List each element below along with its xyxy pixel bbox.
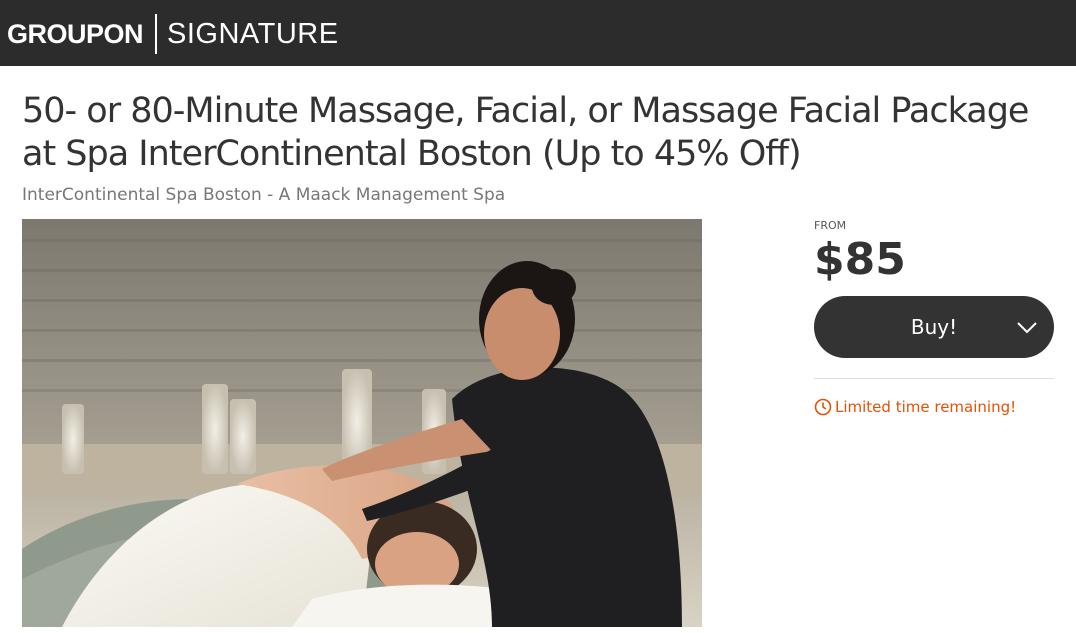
logo-product: SIGNATURE [167, 17, 339, 50]
top-header-bar: GROUPON SIGNATURE [0, 0, 1076, 66]
chevron-down-icon[interactable] [1016, 316, 1038, 343]
section-divider [814, 378, 1054, 379]
urgency-text: Limited time remaining! [835, 398, 1017, 416]
deal-title: 50- or 80-Minute Massage, Facial, or Mas… [22, 91, 1029, 174]
merchant-name[interactable]: InterContinental Spa Boston - A Maack Ma… [22, 185, 505, 205]
price-from-label: FROM [814, 219, 847, 232]
logo-brand: GROUPON [7, 18, 144, 49]
buy-button[interactable]: Buy! [814, 296, 1054, 358]
clock-icon [814, 398, 832, 416]
deal-hero-image[interactable] [22, 219, 702, 627]
logo-divider [155, 14, 158, 54]
buy-button-label: Buy! [910, 315, 958, 339]
deal-price: $85 [814, 234, 906, 285]
groupon-signature-logo[interactable]: GROUPON SIGNATURE [7, 14, 339, 54]
spa-massage-photo [22, 219, 702, 627]
urgency-notice: Limited time remaining! [814, 398, 1016, 416]
